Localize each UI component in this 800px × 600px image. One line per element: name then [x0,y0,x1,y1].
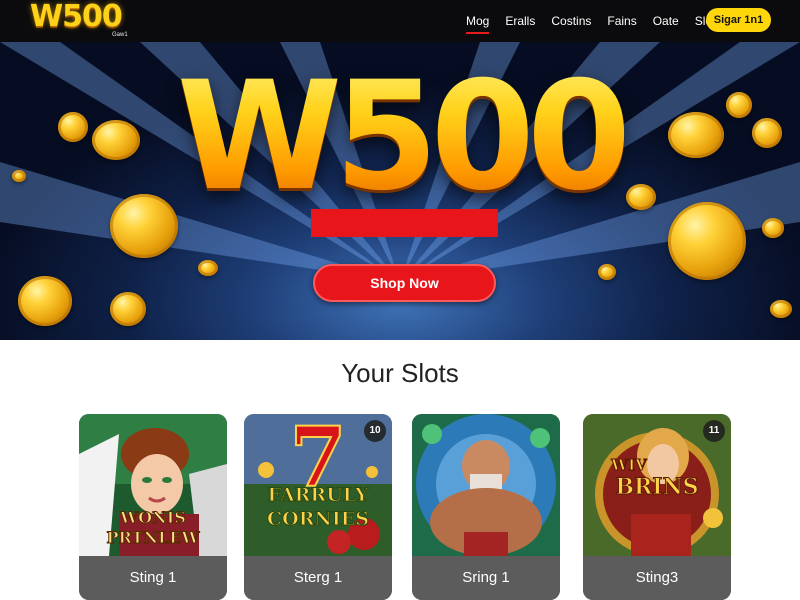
coin-icon [198,260,218,276]
slot-art-3 [412,414,560,556]
hero-title: W500 [0,52,800,222]
shop-now-button[interactable]: Shop Now [313,264,496,302]
slot-card-4[interactable]: WIV BRINS 11 Sting3 [583,414,731,600]
coin-icon [598,264,616,280]
slot-label-4: Sting3 [583,556,731,600]
section-title: Your Slots [341,358,459,388]
slot-badge-4: 11 [703,420,725,442]
sign-in-button[interactable]: Sigar 1n1 [706,8,771,32]
slot-label-2: Sterg 1 [244,556,392,600]
slot-art-title-1b: PRTNLEW [106,528,200,548]
nav-item-1[interactable]: Mog [466,14,490,34]
top-nav-bar: W500 Gaw1 Mog Eralls Costins Fains Oate … [0,0,800,42]
slot-art-title-4a: WIV [611,456,648,475]
coin-icon [18,276,72,326]
main-nav: Mog Eralls Costins Fains Oate Slot [466,0,731,42]
slot-card-3[interactable]: Sring 1 [412,414,560,600]
brand-logo[interactable]: W500 Gaw1 [30,2,150,42]
nav-item-3[interactable]: Costins [551,14,591,28]
slot-art-title-2a: FARRULY [267,484,369,507]
logo-subtext: Gaw1 [112,32,128,38]
hero-banner: W500 Shop Now [0,42,800,340]
slot-card-2[interactable]: 7 FARRULY CORNIES 10 Sterg 1 [244,414,392,600]
logo-text: W500 [30,0,123,34]
slot-label-1: Sting 1 [79,556,227,600]
nav-item-5[interactable]: Oate [653,14,679,28]
slot-art-title-4b: BRINS [615,474,699,501]
nav-item-2[interactable]: Eralls [505,14,535,28]
slot-card-1[interactable]: WONIS PRTNLEW Sting 1 [79,414,227,600]
slot-art-title-1a: WONIS [120,508,187,528]
coin-icon [770,300,792,318]
coin-icon [110,292,146,326]
nav-item-4[interactable]: Fains [607,14,636,28]
hero-red-bar [311,209,498,237]
slot-badge-2: 10 [364,420,386,442]
slot-art-title-2b: CORNIES [267,508,370,531]
slot-label-3: Sring 1 [412,556,560,600]
